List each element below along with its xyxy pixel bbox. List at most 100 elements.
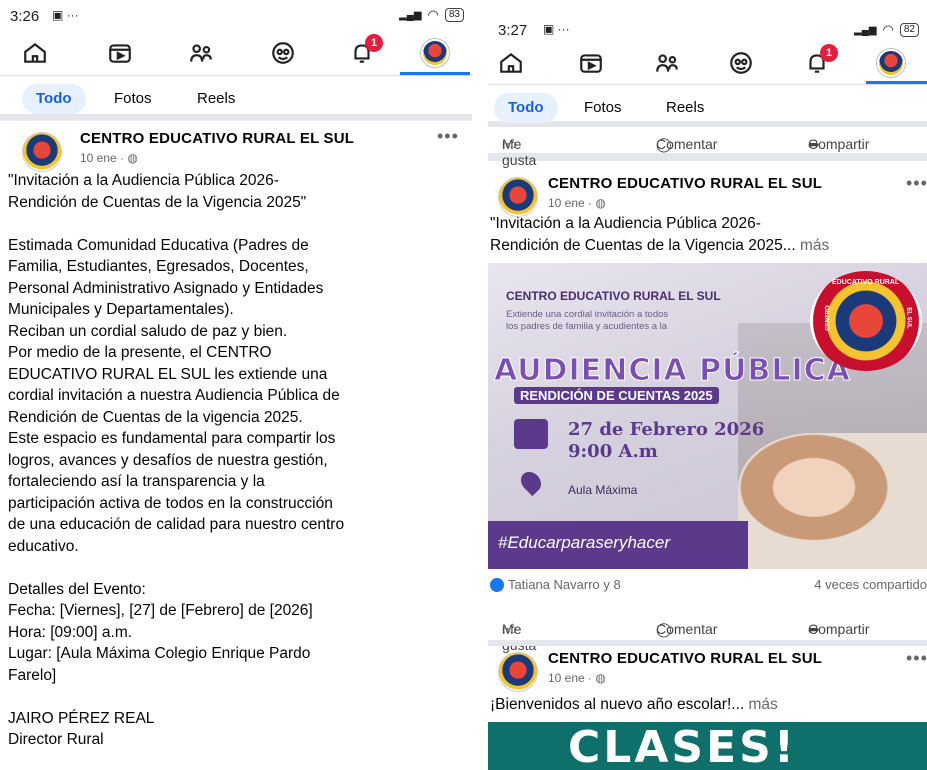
video-icon[interactable] <box>105 38 135 68</box>
banner-date: 27 de Febrero 2026 <box>568 419 765 440</box>
post-body-line: EDUCATIVO RURAL EL SUL les extiende una <box>8 365 328 383</box>
post-body-line: Hora: [09:00] a.m. <box>8 623 133 641</box>
banner-time: 9:00 A.m <box>568 441 658 462</box>
filter-chips: Todo Fotos Reels <box>0 76 472 120</box>
status-time: 3:26 <box>10 8 40 25</box>
see-more-link[interactable]: más <box>800 237 829 254</box>
signal-icon: ▂▄▆ <box>854 24 877 36</box>
post-body-line: cordial invitación a nuestra Audiencia P… <box>8 387 340 404</box>
page-avatar[interactable] <box>498 652 538 692</box>
right-screenshot: 3:27 ▣ ··· ▂▄▆ ◠ 82 1 Todo Fotos Reels 👍… <box>488 0 927 770</box>
chip-reels[interactable]: Reels <box>183 84 249 114</box>
page-name[interactable]: CENTRO EDUCATIVO RURAL EL SUL <box>80 130 354 147</box>
friends-icon[interactable] <box>652 48 682 78</box>
location-pin-icon <box>516 467 546 497</box>
left-screenshot: 3:26 ▣ ··· ▂▄▆ ◠ 83 1 Todo Fotos Reels C… <box>0 0 472 770</box>
post-body-line: Lugar: [Aula Máxima Colegio Enrique Pard… <box>8 645 311 662</box>
globe-icon: ◍ <box>127 151 138 165</box>
post-header: CENTRO EDUCATIVO RURAL EL SUL 10 ene · ◍… <box>488 648 927 696</box>
page-avatar[interactable] <box>498 177 538 217</box>
post-date: 10 ene · ◍ <box>80 151 138 165</box>
globe-icon: ◍ <box>595 671 606 685</box>
banner-place: Aula Máxima <box>568 483 638 497</box>
banner-sub1: Extiende una cordial invitación a todos <box>506 309 669 320</box>
divider <box>0 120 472 130</box>
groups-icon[interactable] <box>268 38 298 68</box>
previous-post-actions: 👍︎ Me gusta ◯ Comentar ➦ Compartir <box>502 136 870 168</box>
banner-title: AUDIENCIA PÚBLICA <box>494 353 851 389</box>
post-body-line: Rendición de Cuentas de la vigencia 2025… <box>8 408 303 426</box>
post-body-line: Fecha: [Viernes], [27] de [Febrero] de [… <box>8 602 313 619</box>
battery-icon: 82 <box>899 23 919 37</box>
banner-subtitle: RENDICIÓN DE CUENTAS 2025 <box>514 387 719 404</box>
page-name[interactable]: CENTRO EDUCATIVO RURAL EL SUL <box>548 175 822 192</box>
groups-icon[interactable] <box>726 48 756 78</box>
banner-sub2: los padres de familia y acudientes a la <box>506 321 668 332</box>
post-body-line: Estimada Comunidad Educativa (Padres de <box>8 236 309 254</box>
post-body-line: Director Rural <box>8 731 104 748</box>
post-body-line: Farelo] <box>8 666 57 684</box>
top-nav: 1 <box>0 30 472 76</box>
wifi-icon: ◠ <box>882 22 894 37</box>
clases-banner-image[interactable]: CLASES! <box>488 722 927 770</box>
video-icon[interactable] <box>576 48 606 78</box>
post-body-line: logros, avances y desafíos de nuestra ge… <box>8 451 328 469</box>
status-icons: ▂▄▆ ◠ 83 <box>399 7 464 23</box>
status-time: 3:27 <box>498 22 528 39</box>
post-body-line: educativo. <box>8 537 79 555</box>
separator <box>472 0 488 770</box>
top-nav: 1 <box>488 40 927 85</box>
chip-todo[interactable]: Todo <box>494 93 558 123</box>
banner-hashtag: #Educarparaseryhacer <box>498 533 670 552</box>
more-options-icon[interactable]: ••• <box>906 648 927 669</box>
home-icon[interactable] <box>20 38 50 68</box>
globe-icon: ◍ <box>595 196 606 210</box>
filter-chips: Todo Fotos Reels <box>488 85 927 127</box>
more-options-icon[interactable]: ••• <box>906 173 927 194</box>
page-name[interactable]: CENTRO EDUCATIVO RURAL EL SUL <box>548 650 822 667</box>
notifications-icon[interactable]: 1 <box>802 44 838 78</box>
post-header: CENTRO EDUCATIVO RURAL EL SUL 10 ene · ◍… <box>488 173 927 221</box>
chip-fotos[interactable]: Fotos <box>100 84 166 114</box>
chip-todo[interactable]: Todo <box>22 84 86 114</box>
calendar-icon <box>514 419 548 449</box>
notification-badge: 1 <box>820 44 838 62</box>
wifi-icon: ◠ <box>427 7 439 22</box>
profile-avatar[interactable] <box>420 38 450 68</box>
status-icons: ▂▄▆ ◠ 82 <box>854 22 919 38</box>
notification-badge: 1 <box>365 34 383 52</box>
shares-count[interactable]: 4 veces compartido <box>814 577 927 592</box>
see-more-link[interactable]: más <box>749 696 778 713</box>
active-tab-indicator <box>866 81 927 84</box>
post-body-line: Por medio de la presente, el CENTRO <box>8 344 272 361</box>
school-crest-logo: EDUCATIVO RURAL CENTRO EL SUL <box>810 271 922 371</box>
family-photo <box>738 433 927 569</box>
more-options-icon[interactable]: ••• <box>437 126 459 147</box>
reactions-count[interactable]: Tatiana Navarro y 8 <box>490 577 621 592</box>
home-icon[interactable] <box>496 48 526 78</box>
post-actions: 👍︎Me gusta ◯Comentar ➦Compartir <box>502 621 870 653</box>
post-date: 10 ene · ◍ <box>548 196 606 210</box>
page-avatar[interactable] <box>22 132 62 172</box>
status-extra-icon: ▣ ··· <box>52 8 79 22</box>
banner-school: CENTRO EDUCATIVO RURAL EL SUL <box>506 289 721 303</box>
active-tab-indicator <box>400 72 470 75</box>
status-extra-icon: ▣ ··· <box>543 22 570 36</box>
chip-fotos[interactable]: Fotos <box>570 93 636 123</box>
post-body-line: fortaleciendo así la transparencia y la <box>8 473 265 490</box>
friends-icon[interactable] <box>186 38 216 68</box>
post-date: 10 ene · ◍ <box>548 671 606 685</box>
post-stats: Tatiana Navarro y 8 4 veces compartido <box>488 571 927 597</box>
event-banner-image[interactable]: CENTRO EDUCATIVO RURAL EL SUL Extiende u… <box>488 263 927 569</box>
chip-reels[interactable]: Reels <box>652 93 718 123</box>
post-body-line <box>8 557 472 579</box>
profile-avatar[interactable] <box>876 48 906 78</box>
post-body-line <box>8 213 472 235</box>
divider <box>488 153 927 161</box>
post-text: ¡Bienvenidos al nuevo año escolar!... má… <box>490 696 778 713</box>
post-body-line: Familia, Estudiantes, Egresados, Docente… <box>8 258 309 275</box>
signal-icon: ▂▄▆ <box>399 9 422 21</box>
post-body-line: Municipales y Departamentales). <box>8 301 234 318</box>
banner-text: CLASES! <box>568 722 797 770</box>
notifications-icon[interactable]: 1 <box>347 34 383 68</box>
